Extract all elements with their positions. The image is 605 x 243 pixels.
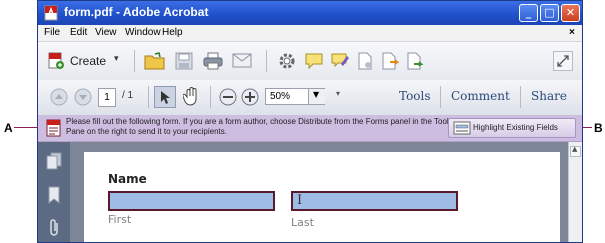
chevron-down-icon: ▼ <box>313 90 320 99</box>
expand-view-button[interactable] <box>553 51 573 71</box>
navigation-pane <box>38 142 70 242</box>
title-bar: form.pdf - Adobe Acrobat _ □ ✕ <box>38 1 582 25</box>
main-toolbar: Create ▾ <box>38 42 582 81</box>
comment-pane-button[interactable]: Comment <box>451 89 510 103</box>
document-icon[interactable] <box>356 52 374 70</box>
select-tool-button[interactable] <box>154 86 176 108</box>
share-document-icon[interactable] <box>405 52 425 70</box>
tools-pane-button[interactable]: Tools <box>399 89 431 103</box>
page-total-label: / 1 <box>122 90 134 101</box>
comment-bubble-icon[interactable] <box>304 52 324 70</box>
toolbar-divider <box>210 86 211 108</box>
toolbar-divider <box>266 50 267 72</box>
scroll-up-button[interactable]: ▲ <box>570 145 581 157</box>
maximize-button[interactable]: □ <box>540 4 559 22</box>
email-icon[interactable] <box>232 53 252 68</box>
acrobat-window: form.pdf - Adobe Acrobat _ □ ✕ File Edit… <box>37 0 583 243</box>
first-name-label: First <box>108 213 132 226</box>
navigation-toolbar: 1 / 1 50% ▼ ▾ Tools Comment Share <box>38 80 582 116</box>
highlight-existing-fields-button[interactable]: Highlight Existing Fields <box>448 118 576 138</box>
form-message-text: Please fill out the following form. If y… <box>66 117 453 136</box>
open-folder-icon[interactable] <box>144 52 166 70</box>
chevron-down-icon: ▾ <box>114 54 119 64</box>
callout-b-label: B <box>594 121 603 135</box>
create-pdf-icon <box>48 52 64 69</box>
toolbar-divider <box>440 86 441 108</box>
highlight-fields-icon <box>453 121 471 135</box>
menu-view[interactable]: View <box>95 27 117 38</box>
scroll-up-arrow-icon: ▲ <box>572 145 578 153</box>
callout-a-label: A <box>4 121 13 135</box>
export-document-icon[interactable] <box>380 52 400 70</box>
toolbar-divider <box>134 50 135 72</box>
text-cursor-icon: I <box>297 193 303 208</box>
page-number-input[interactable]: 1 <box>98 88 116 107</box>
menu-window[interactable]: Window <box>125 27 161 38</box>
zoom-select[interactable]: 50% ▼ <box>265 88 325 105</box>
zoom-dropdown-button[interactable]: ▼ <box>308 89 325 104</box>
close-button[interactable]: ✕ <box>561 4 580 22</box>
next-page-icon[interactable] <box>74 88 92 106</box>
last-name-label: Last <box>291 216 314 229</box>
form-message-bar: Please fill out the following form. If y… <box>38 115 582 142</box>
print-icon[interactable] <box>203 52 223 70</box>
form-section-title: Name <box>108 172 147 186</box>
toolbar-divider <box>148 86 149 108</box>
previous-page-icon[interactable] <box>50 88 68 106</box>
close-document-icon[interactable]: × <box>569 27 575 38</box>
menu-edit[interactable]: Edit <box>70 27 87 38</box>
pdf-page: Name First I Last <box>84 152 560 242</box>
settings-gear-icon[interactable] <box>278 52 296 70</box>
create-button[interactable]: Create ▾ <box>44 50 128 72</box>
toolbar-divider <box>520 86 521 108</box>
window-title: form.pdf - Adobe Acrobat <box>64 5 209 19</box>
cursor-arrow-icon <box>161 91 170 104</box>
create-label: Create <box>70 54 107 68</box>
last-name-field[interactable]: I <box>291 191 458 211</box>
share-pane-button[interactable]: Share <box>531 89 567 103</box>
expand-arrows-icon <box>557 55 569 67</box>
menu-file[interactable]: File <box>44 27 60 38</box>
minimize-button[interactable]: _ <box>519 4 538 22</box>
zoom-in-icon[interactable] <box>241 88 259 106</box>
form-document-icon <box>46 119 61 137</box>
page-thumbnails-icon[interactable] <box>46 152 62 170</box>
bookmarks-icon[interactable] <box>47 186 61 204</box>
highlight-existing-fields-label: Highlight Existing Fields <box>473 123 558 132</box>
acrobat-app-icon <box>44 5 59 21</box>
menu-bar: File Edit View Window Help × <box>38 25 582 42</box>
toolbar-overflow-icon[interactable]: ▾ <box>336 89 340 98</box>
document-viewer: Name First I Last <box>70 142 568 242</box>
menu-help[interactable]: Help <box>162 27 183 38</box>
hand-tool-icon[interactable] <box>183 87 201 107</box>
first-name-field[interactable] <box>108 191 275 211</box>
attachments-paperclip-icon[interactable] <box>46 218 62 238</box>
zoom-out-icon[interactable] <box>219 88 237 106</box>
zoom-value: 50% <box>270 91 291 102</box>
save-icon[interactable] <box>175 52 193 70</box>
highlight-text-icon[interactable] <box>330 52 350 70</box>
vertical-scrollbar[interactable]: ▲ <box>568 142 582 242</box>
